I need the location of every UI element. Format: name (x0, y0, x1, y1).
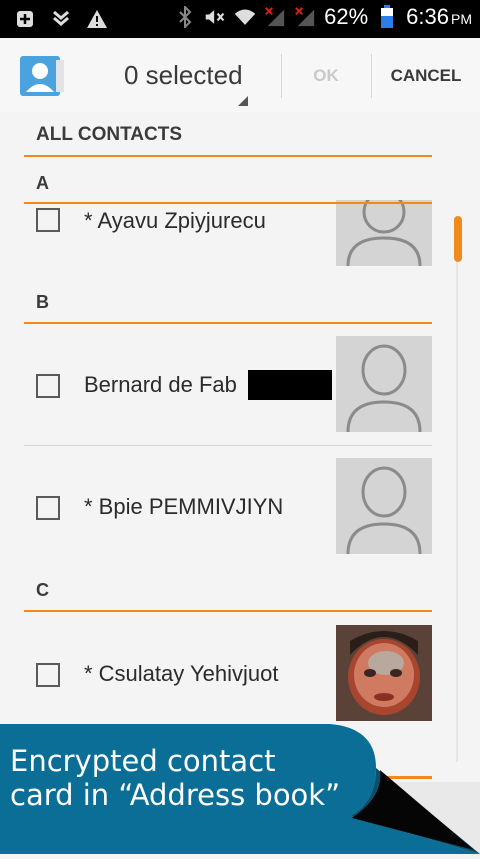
contact-checkbox[interactable] (36, 496, 60, 520)
warning-icon (86, 8, 108, 30)
section-header-a: A (36, 173, 49, 193)
contact-avatar-placeholder-icon (336, 336, 432, 432)
contact-avatar-placeholder-icon (336, 200, 432, 266)
cancel-button[interactable]: CANCEL (372, 66, 480, 86)
list-header: ALL CONTACTS (36, 124, 183, 145)
contact-row[interactable]: * Csulatay Yehivjuot (24, 625, 432, 721)
status-right-icons: 62% 6:36 PM (174, 4, 472, 30)
status-bar: 62% 6:36 PM (0, 0, 480, 38)
contact-row[interactable]: * Bpie PEMMIVJIYN (24, 458, 432, 554)
status-left-icons (14, 8, 108, 30)
battery-percent: 62% (324, 4, 369, 29)
contact-row[interactable]: Bernard de Fab (24, 336, 432, 434)
contact-name: * Bpie PEMMIVJIYN (84, 494, 284, 519)
action-bar: 0 selected OK CANCEL (0, 38, 480, 112)
row-divider (24, 445, 432, 446)
contact-name: Bernard de Fab (84, 372, 237, 397)
signal-off-icon (294, 6, 316, 28)
dropdown-indicator-icon (238, 96, 248, 106)
contact-row[interactable]: * Ayavu Zpiyjurecu (24, 200, 432, 266)
contact-name: * Csulatay Yehivjuot (84, 661, 279, 686)
clock-ampm: PM (451, 11, 472, 27)
contact-checkbox[interactable] (36, 208, 60, 232)
caption-line-1: Encrypted contact (10, 744, 276, 778)
scrollbar-thumb[interactable] (454, 216, 462, 262)
caption-text: Encrypted contact card in “Address book” (10, 744, 350, 812)
contact-photo (336, 625, 432, 721)
mute-icon (204, 6, 226, 28)
scrollbar-track (456, 262, 458, 762)
signal-off-icon (264, 6, 286, 28)
section-divider (24, 202, 432, 204)
section-header-b: B (36, 292, 49, 312)
contact-avatar-placeholder-icon (336, 458, 432, 554)
selection-count-dropdown[interactable]: 0 selected (124, 60, 243, 91)
add-box-icon (14, 8, 36, 30)
redaction-box (248, 370, 332, 400)
section-divider (24, 610, 432, 612)
wifi-icon (234, 6, 256, 28)
section-header-c: C (36, 580, 49, 600)
section-divider (24, 322, 432, 324)
bluetooth-icon (174, 6, 196, 28)
contact-checkbox[interactable] (36, 663, 60, 687)
battery-icon (376, 5, 398, 28)
ok-button[interactable]: OK (282, 66, 370, 86)
header-divider (24, 155, 432, 157)
contact-name: * Ayavu Zpiyjurecu (84, 208, 266, 233)
clock-time: 6:36 (406, 4, 449, 29)
download-icon (50, 8, 72, 30)
contacts-app-icon[interactable] (18, 52, 66, 98)
contact-checkbox[interactable] (36, 374, 60, 398)
caption-line-2: card in “Address book” (10, 778, 341, 812)
